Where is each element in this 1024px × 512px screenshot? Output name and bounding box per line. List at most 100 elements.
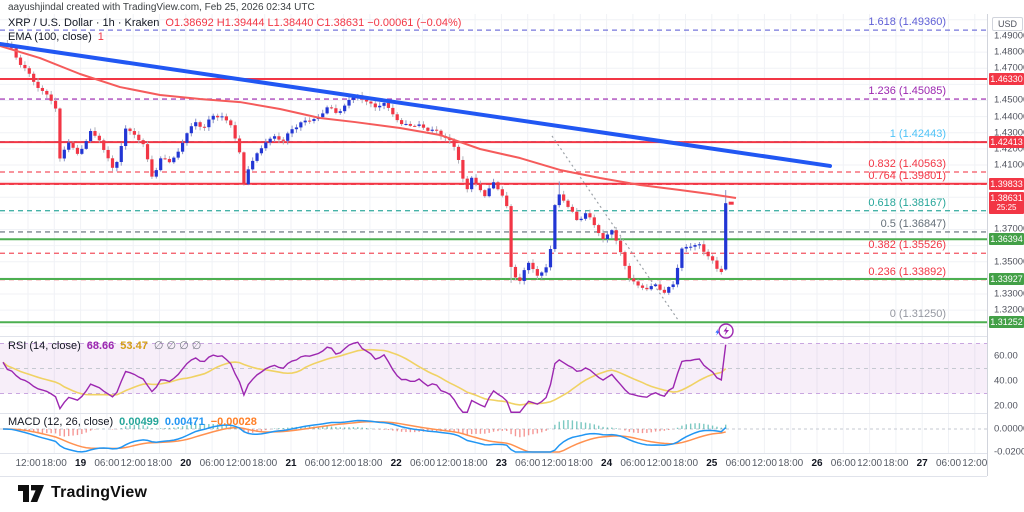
price-tick-label: 1.45000: [994, 95, 1024, 106]
time-tick-label: 12:00: [226, 458, 251, 469]
candle-body: [343, 106, 346, 112]
candle-body: [413, 126, 416, 127]
lightning-event-icon[interactable]: [712, 321, 736, 341]
symbol-legend[interactable]: XRP / U.S. Dollar · 1h · KrakenO1.38692 …: [8, 17, 461, 29]
candle-body: [120, 146, 123, 162]
time-tick-label: 27: [917, 458, 928, 469]
price-level-badge: 1.31252: [989, 316, 1024, 328]
candle-body: [488, 188, 491, 196]
rsi-legend[interactable]: RSI (14, close)68.6653.47∅ ∅ ∅ ∅: [8, 339, 201, 352]
price-level-badge: 1.39833: [989, 178, 1024, 190]
candle-body: [80, 149, 83, 154]
candle-body: [321, 113, 324, 117]
candle-body: [558, 194, 561, 205]
candle-body: [431, 130, 434, 131]
candle-body: [190, 126, 193, 133]
candle-body: [128, 129, 131, 131]
candle-body: [615, 230, 618, 241]
candle-body: [702, 244, 705, 251]
current-price-badge: 1.3863125:25: [989, 192, 1024, 214]
candle-body: [645, 288, 648, 289]
rsi-label: RSI (14, close): [8, 340, 81, 352]
time-tick-label: 06:00: [94, 458, 119, 469]
macd-hist-value: 0.00499: [119, 416, 159, 428]
candle-body: [41, 88, 44, 91]
candle-body: [606, 235, 609, 240]
candle-body: [299, 122, 302, 127]
macd-value: 0.00471: [165, 416, 205, 428]
candle-body: [667, 287, 670, 293]
candle-body: [562, 194, 565, 200]
time-tick-label: 22: [391, 458, 402, 469]
candle-body: [89, 131, 92, 141]
candle-body: [67, 143, 70, 150]
candle-body: [523, 270, 526, 281]
candle-body: [295, 127, 298, 129]
candle-body: [724, 203, 727, 269]
candle-body: [23, 65, 26, 68]
time-tick-label: 18:00: [673, 458, 698, 469]
attribution-text: aayushjindal created with TradingView.co…: [8, 2, 315, 13]
candle-body: [457, 147, 460, 160]
candle-body: [474, 178, 477, 184]
candle-body: [501, 189, 504, 195]
time-tick-label: 12:00: [752, 458, 777, 469]
candle-body: [404, 124, 407, 125]
macd-legend[interactable]: MACD (12, 26, close)0.004990.00471−0.000…: [8, 416, 257, 428]
ema-legend[interactable]: EMA (100, close) 1: [8, 31, 104, 43]
candle-body: [255, 153, 258, 161]
time-tick-label: 23: [496, 458, 507, 469]
time-tick-label: 12:00: [15, 458, 40, 469]
candle-body: [150, 159, 153, 176]
time-tick-label: 21: [285, 458, 296, 469]
candle-body: [260, 148, 263, 153]
price-chart-pane[interactable]: [0, 14, 987, 336]
candle-body: [93, 131, 96, 136]
candle-body: [199, 122, 202, 127]
candle-body: [387, 103, 390, 108]
candle-body: [689, 247, 692, 248]
candle-body: [312, 119, 315, 121]
current-open-tick: [729, 202, 734, 205]
candle-body: [676, 268, 679, 284]
candle-body: [711, 256, 714, 260]
candle-body: [229, 120, 232, 125]
price-tick-label: 1.33000: [994, 289, 1024, 300]
time-tick-label: 12:00: [962, 458, 987, 469]
candle-body: [549, 249, 552, 267]
candle-body: [518, 277, 521, 281]
time-tick-label: 06:00: [200, 458, 225, 469]
time-axis[interactable]: 12:0018:001906:0012:0018:002006:0012:001…: [0, 453, 987, 476]
pane-separator[interactable]: [0, 413, 987, 414]
candle-body: [374, 104, 377, 108]
candle-body: [409, 124, 412, 126]
candle-body: [63, 150, 66, 159]
tradingview-logo[interactable]: TradingView: [18, 484, 147, 502]
candle-body: [715, 260, 718, 268]
price-tick-label: 1.32000: [994, 305, 1024, 316]
candle-body: [672, 284, 675, 287]
candle-body: [637, 281, 640, 285]
time-tick-label: 18:00: [883, 458, 908, 469]
price-level-badge: 1.33927: [989, 273, 1024, 285]
pane-separator[interactable]: [0, 336, 987, 337]
candle-body: [137, 135, 140, 140]
candle-body: [194, 122, 197, 126]
tradingview-snapshot: aayushjindal created with TradingView.co…: [0, 0, 1024, 512]
candle-body: [58, 109, 61, 159]
rsi-tick-label: 60.00: [994, 351, 1018, 362]
candle-body: [212, 116, 215, 120]
candle-body: [663, 290, 666, 293]
time-tick-label: 20: [180, 458, 191, 469]
price-axis[interactable]: 1.490001.480001.470001.450001.440001.430…: [987, 14, 1024, 476]
candle-body: [304, 121, 307, 123]
candle-body: [168, 159, 171, 162]
tradingview-logo-icon: [18, 485, 44, 502]
ema-label: EMA (100, close): [8, 31, 92, 43]
candle-body: [426, 128, 429, 131]
candle-body: [418, 124, 421, 125]
time-tick-label: 06:00: [515, 458, 540, 469]
ema-value: 1: [98, 31, 104, 43]
time-tick-label: 24: [601, 458, 612, 469]
candle-body: [527, 263, 530, 270]
